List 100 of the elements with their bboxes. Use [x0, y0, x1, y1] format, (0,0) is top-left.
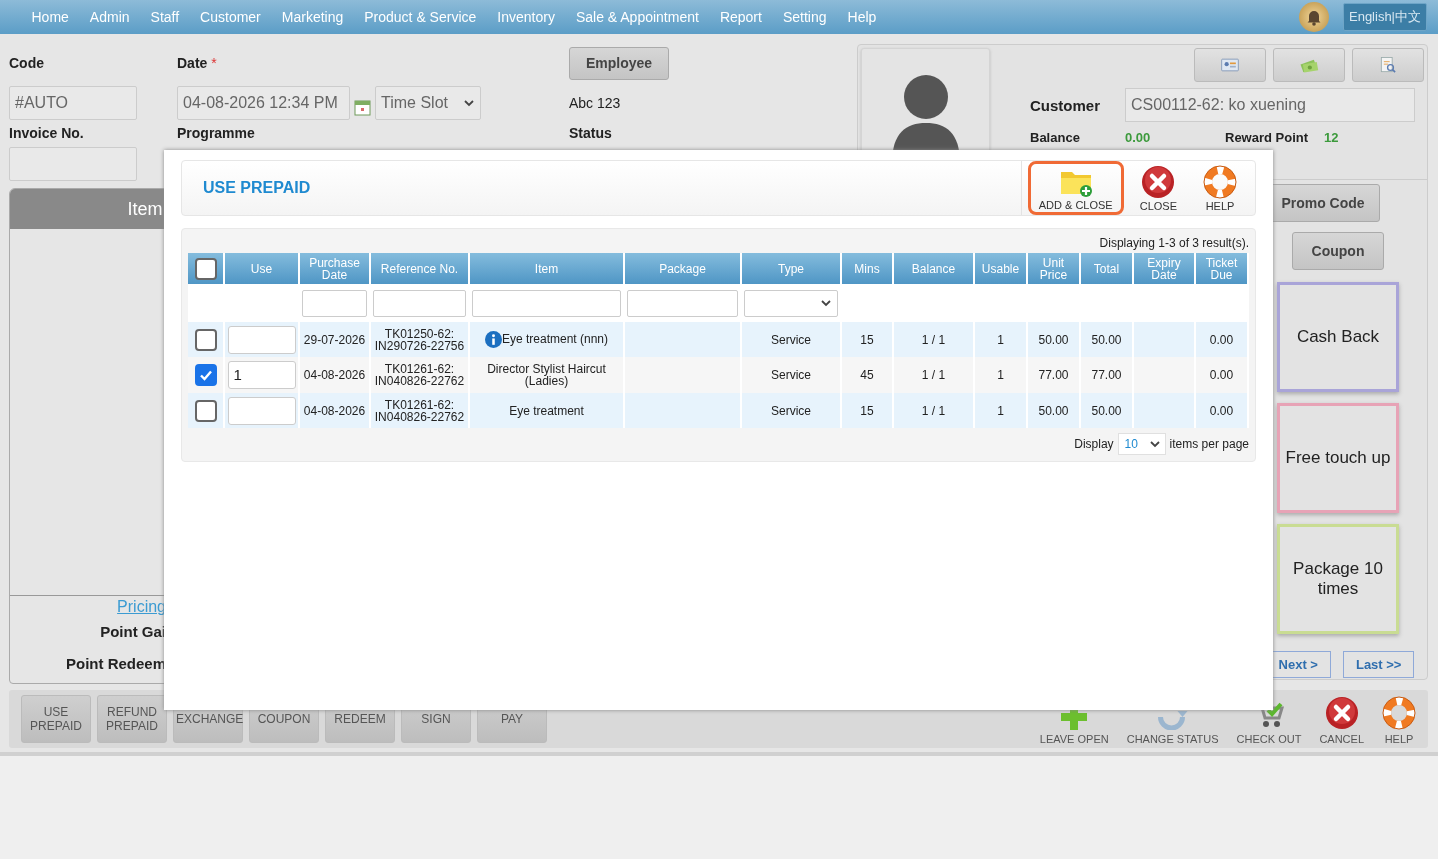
- table-cell: 15: [860, 403, 874, 418]
- nav-menu-item[interactable]: Setting: [772, 9, 837, 25]
- row-checkbox[interactable]: [194, 328, 217, 351]
- field-label: Code: [9, 55, 45, 71]
- filter-field[interactable]: [472, 289, 621, 317]
- column-header: Use: [224, 253, 299, 284]
- use-quantity-field[interactable]: 1: [227, 361, 296, 389]
- table-cell: 1 / 1: [921, 368, 946, 382]
- required-mark: *: [211, 55, 217, 71]
- toolbar-button[interactable]: [1194, 48, 1266, 82]
- coupon-button[interactable]: Coupon: [1292, 232, 1384, 270]
- employee-name: Abc 123: [569, 94, 622, 111]
- column-header: Usable: [974, 253, 1027, 284]
- time-slot-select[interactable]: Time Slot: [375, 85, 481, 120]
- column-header: Reference No.: [370, 253, 469, 284]
- field-label: Status: [569, 125, 613, 141]
- table-cell: 45: [860, 368, 874, 382]
- nav-menu-item[interactable]: Home: [21, 9, 80, 25]
- column-header: Item: [126, 198, 164, 220]
- table-cell: TK01261-62: IN040826-22762: [374, 397, 465, 424]
- language-button[interactable]: English|中文: [1343, 3, 1427, 31]
- balance-label: Balance: [1030, 130, 1081, 145]
- nav-menu-item[interactable]: Help: [837, 9, 887, 25]
- nav-menu-item[interactable]: Product & Service: [353, 9, 487, 25]
- refresh-icon: [1157, 711, 1188, 730]
- column-header: Mins: [841, 253, 893, 284]
- column-header: Balance: [893, 253, 974, 284]
- lifebuoy-icon: [1382, 696, 1416, 730]
- column-header: Unit Price: [1027, 253, 1080, 284]
- row-checkbox[interactable]: [194, 364, 217, 386]
- date-field[interactable]: 04-08-2026 12:34 PM: [177, 85, 350, 120]
- use-quantity-field[interactable]: [227, 325, 296, 354]
- table-cell: 1 / 1: [921, 332, 946, 347]
- nav-menu-item[interactable]: Marketing: [271, 9, 354, 25]
- reward-point-value: 12: [1324, 130, 1340, 145]
- table-cell: 04-08-2026: [303, 403, 366, 418]
- reward-point-label: Reward Point: [1225, 130, 1310, 145]
- promotion-tile[interactable]: Package 10 times: [1277, 524, 1399, 634]
- table-cell: Service: [771, 368, 811, 382]
- action-button[interactable]: USE PREPAID: [21, 695, 91, 743]
- field-label: Programme: [177, 125, 256, 141]
- page-size-select[interactable]: 10: [1117, 433, 1166, 455]
- table-cell: 15: [860, 332, 874, 347]
- promotion-tile[interactable]: Cash Back: [1277, 282, 1399, 392]
- document-search-icon: [1378, 55, 1398, 75]
- table-cell: 0.00: [1209, 368, 1234, 382]
- chevron-down-icon: [820, 297, 832, 309]
- table-cell: Service: [771, 332, 811, 347]
- customer-field[interactable]: CS00112-62: ko xuening: [1125, 88, 1415, 122]
- nav-menu-item[interactable]: Staff: [140, 9, 190, 25]
- toolbar-button[interactable]: [1352, 48, 1424, 82]
- nav-menu-item[interactable]: Customer: [189, 9, 272, 25]
- field-label: Customer: [1030, 96, 1101, 114]
- filter-field[interactable]: [627, 289, 738, 317]
- promotion-tile[interactable]: Free touch up: [1277, 403, 1399, 513]
- row-checkbox[interactable]: [194, 399, 217, 422]
- table-cell: TK01261-62: IN040826-22762: [374, 362, 465, 388]
- chevron-down-icon: [1148, 438, 1161, 450]
- filter-field[interactable]: [302, 289, 367, 317]
- table-cell: 50.00: [1038, 403, 1069, 418]
- nav-menu-item[interactable]: Inventory: [486, 9, 566, 25]
- toolbar-button[interactable]: [1273, 48, 1345, 82]
- toolbar-action[interactable]: CHANGE STATUS: [1126, 711, 1219, 745]
- table-cell: TK01250-62: IN290726-22756: [374, 326, 465, 353]
- table-cell: 77.00: [1091, 368, 1122, 382]
- balance-value: 0.00: [1125, 130, 1152, 145]
- table-cell: Eye treatment (nnn): [501, 331, 609, 346]
- table-cell: 0.00: [1209, 403, 1234, 418]
- select-all-checkbox[interactable]: [194, 257, 217, 280]
- filter-select[interactable]: [744, 289, 838, 317]
- column-header: Expiry Date: [1133, 253, 1195, 284]
- field-label: Date: [177, 55, 208, 71]
- filter-field[interactable]: [373, 289, 466, 317]
- nav-menu-item[interactable]: Report: [709, 9, 773, 25]
- items-per-page-label: items per page: [1169, 437, 1249, 451]
- point-redeem-label: Point Redeem: [65, 655, 166, 672]
- employee-button[interactable]: Employee: [569, 46, 669, 80]
- dialog-title: USE PREPAID: [203, 179, 311, 197]
- dialog-tool-button[interactable]: HELP: [1193, 163, 1247, 215]
- nav-menu-item[interactable]: Sale & Appointment: [565, 9, 710, 25]
- action-button[interactable]: REFUND PREPAID: [97, 695, 167, 743]
- code-field[interactable]: #AUTO: [9, 85, 137, 120]
- dialog-tool-button[interactable]: CLOSE: [1129, 163, 1187, 215]
- column-header: Package: [624, 253, 741, 284]
- toolbar-action[interactable]: CANCEL: [1319, 696, 1364, 745]
- field-label: Invoice No.: [9, 125, 85, 141]
- table-cell: 1: [997, 332, 1004, 347]
- table-cell: 77.00: [1038, 368, 1069, 382]
- table-cell: 0.00: [1209, 332, 1234, 347]
- last-page-button[interactable]: Last >>: [1342, 651, 1415, 678]
- nav-menu-item[interactable]: Admin: [79, 9, 141, 25]
- use-quantity-field[interactable]: [227, 396, 296, 425]
- lifebuoy-icon: [1203, 165, 1237, 199]
- result-count: Displaying 1-3 of 3 result(s).: [1098, 236, 1249, 252]
- toolbar-action[interactable]: HELP: [1382, 696, 1416, 745]
- invoice-field[interactable]: [9, 147, 137, 181]
- dialog-tool-button[interactable]: ADD & CLOSE: [1027, 161, 1124, 215]
- toolbar-action[interactable]: CHECK OUT: [1236, 696, 1302, 745]
- column-header: Total: [1080, 253, 1133, 284]
- display-label: Display: [1074, 437, 1114, 451]
